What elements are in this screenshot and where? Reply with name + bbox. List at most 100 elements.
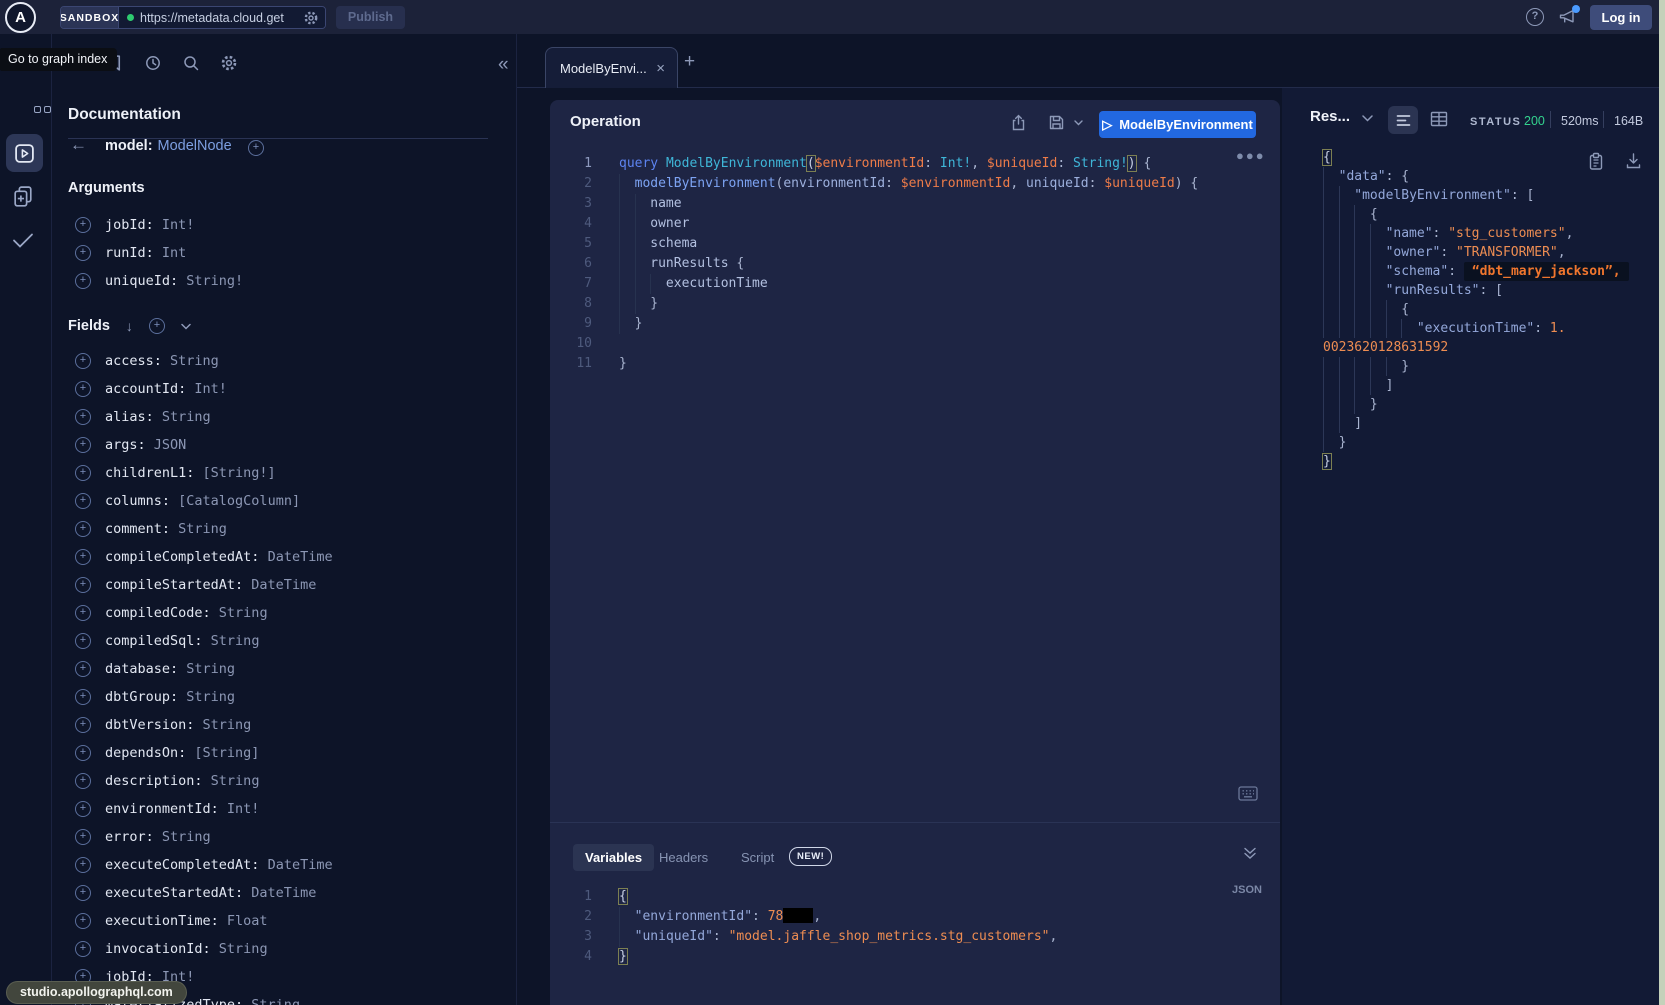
add-field-to-query-button[interactable]: + [75, 273, 91, 289]
field-type[interactable]: String [154, 829, 211, 845]
view-as-json-toggle[interactable] [1388, 106, 1418, 134]
add-field-to-query-button[interactable]: + [75, 885, 91, 901]
add-field-to-query-button[interactable]: + [75, 437, 91, 453]
add-field-to-query-button[interactable]: + [75, 661, 91, 677]
sort-fields-icon[interactable]: ↓ [126, 318, 133, 334]
field-type[interactable]: DateTime [259, 857, 332, 873]
add-all-fields-button[interactable]: + [149, 318, 165, 334]
field-name[interactable]: alias: [105, 409, 154, 425]
field-type[interactable]: [CatalogColumn] [170, 493, 300, 509]
field-type[interactable]: String [162, 353, 219, 369]
add-field-to-query-button[interactable]: + [75, 633, 91, 649]
field-name[interactable]: jobId: [105, 217, 154, 233]
field-type[interactable]: String [203, 773, 260, 789]
collapse-section-double-chevron-icon[interactable] [1243, 847, 1257, 860]
graph-index-icon[interactable] [34, 106, 51, 113]
field-name[interactable]: runId: [105, 245, 154, 261]
field-type[interactable]: Int! [154, 217, 195, 233]
field-name[interactable]: dependsOn: [105, 745, 186, 761]
add-field-to-query-button[interactable]: + [75, 829, 91, 845]
operation-tab[interactable]: ModelByEnvi... × [545, 47, 678, 88]
view-as-table-toggle[interactable] [1430, 111, 1448, 127]
field-type[interactable]: String [178, 689, 235, 705]
add-field-to-query-button[interactable]: + [75, 577, 91, 593]
add-field-to-query-button[interactable]: + [75, 745, 91, 761]
field-name[interactable]: args: [105, 437, 146, 453]
add-field-to-query-button[interactable]: + [75, 717, 91, 733]
tab-script[interactable]: Script [741, 850, 774, 865]
field-type[interactable]: String [211, 941, 268, 957]
nav-item-collections[interactable] [11, 184, 36, 210]
close-tab-icon[interactable]: × [656, 60, 665, 77]
nav-item-explorer[interactable] [6, 134, 43, 172]
share-icon[interactable] [1010, 114, 1027, 132]
field-name[interactable]: error: [105, 829, 154, 845]
apollo-logo[interactable]: A [5, 2, 36, 33]
operation-editor[interactable]: 1query ModelByEnvironment($environmentId… [558, 154, 1280, 374]
add-field-to-query-button[interactable]: + [75, 773, 91, 789]
field-name[interactable]: environmentId: [105, 801, 219, 817]
field-name[interactable]: compileStartedAt: [105, 577, 243, 593]
breadcrumb-type-link[interactable]: ModelNode [158, 138, 232, 154]
field-type[interactable]: String! [178, 273, 243, 289]
add-field-button[interactable]: + [248, 140, 264, 156]
add-field-to-query-button[interactable]: + [75, 493, 91, 509]
field-type[interactable]: DateTime [259, 549, 332, 565]
field-name[interactable]: executeCompletedAt: [105, 857, 259, 873]
field-type[interactable]: JSON [146, 437, 187, 453]
field-name[interactable]: executeStartedAt: [105, 885, 243, 901]
field-name[interactable]: compiledSql: [105, 633, 203, 649]
add-field-to-query-button[interactable]: + [75, 801, 91, 817]
field-name[interactable]: uniqueId: [105, 273, 178, 289]
field-type[interactable]: String [211, 605, 268, 621]
response-json-viewer[interactable]: {"data": {"modelByEnvironment": [{"name"… [1282, 148, 1665, 471]
settings-gear-icon[interactable] [220, 54, 238, 72]
tab-variables[interactable]: Variables [573, 844, 654, 871]
keyboard-shortcuts-icon[interactable] [1238, 786, 1258, 801]
endpoint-settings-gear-icon[interactable] [303, 10, 319, 26]
add-field-to-query-button[interactable]: + [75, 913, 91, 929]
add-field-to-query-button[interactable]: + [75, 941, 91, 957]
field-type[interactable]: Float [219, 913, 268, 929]
field-name[interactable]: description: [105, 773, 203, 789]
chevron-down-icon[interactable] [181, 323, 191, 330]
field-type[interactable]: Int! [186, 381, 227, 397]
save-dropdown-chevron-icon[interactable] [1074, 120, 1083, 126]
add-field-to-query-button[interactable]: + [75, 409, 91, 425]
field-type[interactable]: String [178, 661, 235, 677]
field-name[interactable]: columns: [105, 493, 170, 509]
save-icon[interactable] [1048, 114, 1065, 131]
tab-headers[interactable]: Headers [659, 850, 708, 865]
add-field-to-query-button[interactable]: + [75, 857, 91, 873]
add-field-to-query-button[interactable]: + [75, 465, 91, 481]
field-name[interactable]: dbtGroup: [105, 689, 178, 705]
field-type[interactable]: String [194, 717, 251, 733]
endpoint-url-input[interactable]: https://metadata.cloud.get [119, 7, 325, 28]
add-field-to-query-button[interactable]: + [75, 217, 91, 233]
field-name[interactable]: dbtVersion: [105, 717, 194, 733]
field-type[interactable]: String [243, 997, 300, 1005]
field-type[interactable]: DateTime [243, 577, 316, 593]
field-name[interactable]: compileCompletedAt: [105, 549, 259, 565]
add-field-to-query-button[interactable]: + [75, 605, 91, 621]
field-name[interactable]: childrenL1: [105, 465, 194, 481]
add-field-to-query-button[interactable]: + [75, 381, 91, 397]
add-field-to-query-button[interactable]: + [75, 689, 91, 705]
field-type[interactable]: Int! [219, 801, 260, 817]
field-name[interactable]: compiledCode: [105, 605, 211, 621]
collapse-panel-icon[interactable]: « [498, 54, 509, 76]
login-button[interactable]: Log in [1590, 5, 1652, 30]
add-field-to-query-button[interactable]: + [75, 245, 91, 261]
field-name[interactable]: comment: [105, 521, 170, 537]
field-type[interactable]: DateTime [243, 885, 316, 901]
new-tab-button[interactable]: + [684, 51, 695, 73]
field-type[interactable]: [String] [186, 745, 259, 761]
response-dropdown-chevron-icon[interactable] [1362, 115, 1373, 122]
field-type[interactable]: String [170, 521, 227, 537]
field-type[interactable]: String [154, 409, 211, 425]
variables-editor[interactable]: 1{2"environmentId": 78,3"uniqueId": "mod… [558, 887, 1280, 967]
run-operation-button[interactable]: ▷ ModelByEnvironment [1099, 111, 1256, 138]
search-icon[interactable] [182, 54, 200, 72]
add-field-to-query-button[interactable]: + [75, 549, 91, 565]
field-name[interactable]: database: [105, 661, 178, 677]
